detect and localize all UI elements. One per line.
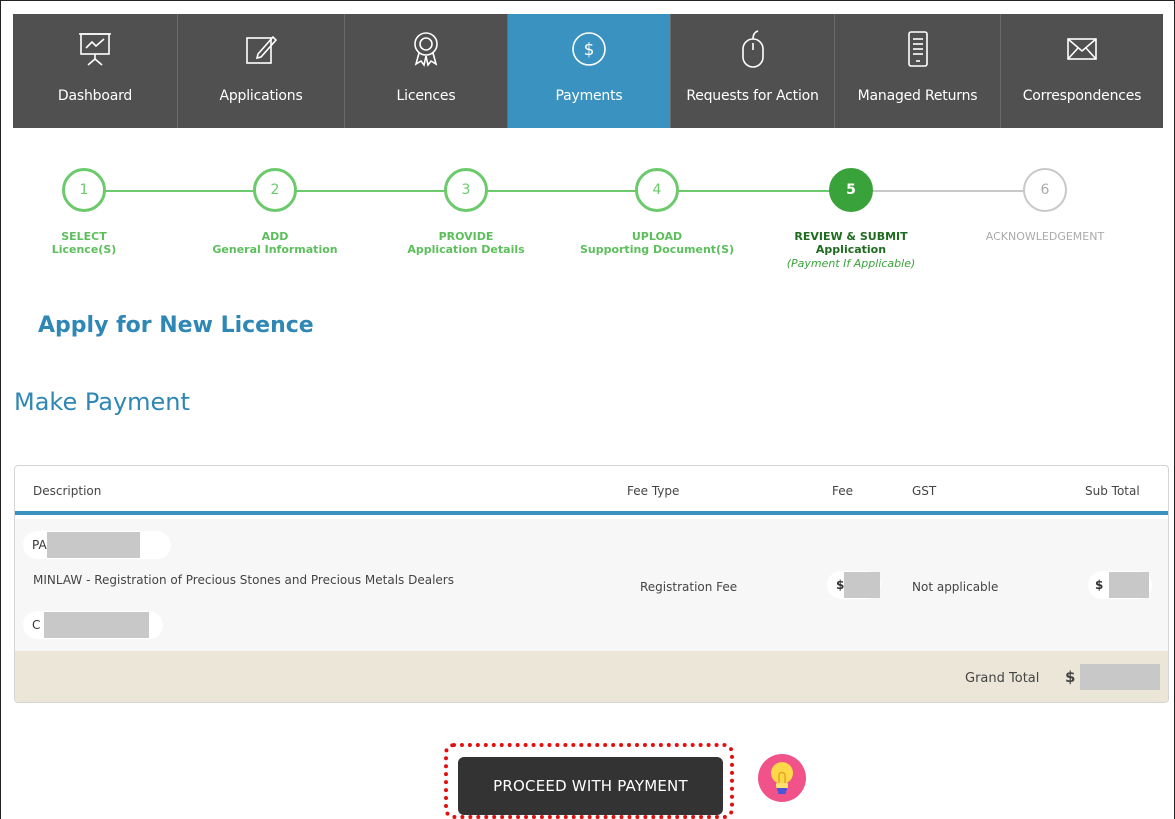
section-title: Make Payment xyxy=(14,388,190,416)
table-footer: Grand Total $ xyxy=(15,651,1168,702)
award-ribbon-icon xyxy=(403,26,449,72)
step-note: (Payment If Applicable) xyxy=(786,257,916,270)
step-number: 5 xyxy=(829,168,873,212)
nav-label: Licences xyxy=(396,88,456,104)
redacted-value xyxy=(844,572,881,598)
nav-label: Managed Returns xyxy=(857,88,978,104)
nav-item-payments[interactable]: $ Payments xyxy=(508,14,671,128)
sub-total-value: $ xyxy=(1088,571,1152,599)
table-row: PA MINLAW - Registration of Precious Sto… xyxy=(15,519,1168,651)
nav-item-managed-returns[interactable]: Managed Returns xyxy=(835,14,1001,128)
step-provide: 3 PROVIDE Application Details xyxy=(366,168,566,257)
company-ref-field: C xyxy=(23,611,163,639)
nav-label: Payments xyxy=(555,88,623,104)
licence-ref-field: PA xyxy=(23,531,171,559)
company-ref-prefix: C xyxy=(32,618,41,632)
step-subtitle: Application Details xyxy=(407,243,525,256)
step-title: REVIEW & SUBMIT xyxy=(794,230,908,243)
header-fee-type: Fee Type xyxy=(627,484,680,498)
step-number: 6 xyxy=(1023,168,1067,212)
step-title: ACKNOWLEDGEMENT xyxy=(985,230,1105,243)
step-review-submit: 5 REVIEW & SUBMIT Application (Payment I… xyxy=(751,168,951,271)
step-number: 4 xyxy=(635,168,679,212)
fee-type-text: Registration Fee xyxy=(640,580,738,594)
nav-item-correspondences[interactable]: Correspondences xyxy=(1001,14,1163,128)
step-title: UPLOAD xyxy=(631,230,683,243)
grand-total-label: Grand Total xyxy=(965,671,1040,686)
header-gst: GST xyxy=(912,484,937,498)
redacted-value xyxy=(1109,572,1150,598)
redacted-value xyxy=(1080,664,1161,690)
mouse-icon xyxy=(730,26,776,72)
envelope-icon xyxy=(1059,26,1105,72)
svg-text:$: $ xyxy=(584,40,595,60)
document-list-icon xyxy=(895,26,941,72)
step-add: 2 ADD General Information xyxy=(175,168,375,257)
nav-item-licences[interactable]: Licences xyxy=(345,14,508,128)
header-sub-total: Sub Total xyxy=(1085,484,1140,498)
redacted-value xyxy=(46,532,140,558)
dollar-circle-icon: $ xyxy=(566,26,612,72)
sub-total-prefix: $ xyxy=(1095,578,1104,592)
step-number: 3 xyxy=(444,168,488,212)
step-subtitle: Application xyxy=(815,243,887,256)
nav-label: Correspondences xyxy=(1022,88,1142,104)
licence-ref-prefix: PA xyxy=(32,538,47,552)
proceed-with-payment-button[interactable]: PROCEED WITH PAYMENT xyxy=(458,757,723,815)
step-subtitle: Licence(S) xyxy=(51,243,117,256)
step-title: PROVIDE xyxy=(438,230,494,243)
step-title: SELECT xyxy=(61,230,107,243)
nav-item-applications[interactable]: Applications xyxy=(178,14,345,128)
payment-table: Description Fee Type Fee GST Sub Total P… xyxy=(14,465,1169,703)
nav-label: Requests for Action xyxy=(686,88,819,104)
step-number: 2 xyxy=(253,168,297,212)
fee-value: $ xyxy=(827,571,881,599)
header-description: Description xyxy=(33,484,102,498)
redacted-value xyxy=(44,612,150,638)
step-number: 1 xyxy=(62,168,106,212)
header-fee: Fee xyxy=(832,484,854,498)
fee-prefix: $ xyxy=(836,578,845,592)
nav-item-requests-for-action[interactable]: Requests for Action xyxy=(671,14,835,128)
step-title: ADD xyxy=(261,230,289,243)
gst-text: Not applicable xyxy=(912,580,999,594)
progress-stepper: 1 SELECT Licence(S) 2 ADD General Inform… xyxy=(0,168,1175,298)
step-subtitle: General Information xyxy=(212,243,338,256)
nav-label: Applications xyxy=(219,88,303,104)
main-nav: Dashboard Applications Licences $ Paymen… xyxy=(13,14,1163,128)
step-acknowledgement: 6 ACKNOWLEDGEMENT xyxy=(945,168,1145,243)
nav-item-dashboard[interactable]: Dashboard xyxy=(13,14,178,128)
nav-label: Dashboard xyxy=(57,88,133,104)
grand-total-value: $ xyxy=(1065,664,1161,690)
step-upload: 4 UPLOAD Supporting Document(S) xyxy=(557,168,757,257)
table-header: Description Fee Type Fee GST Sub Total xyxy=(15,466,1168,515)
presentation-chart-icon xyxy=(72,26,118,72)
step-select: 1 SELECT Licence(S) xyxy=(0,168,184,257)
grand-total-prefix: $ xyxy=(1065,668,1076,686)
lightbulb-icon xyxy=(758,754,806,802)
edit-document-icon xyxy=(238,26,284,72)
page-title: Apply for New Licence xyxy=(38,313,314,338)
description-text: MINLAW - Registration of Precious Stones… xyxy=(33,573,454,587)
step-subtitle: Supporting Document(S) xyxy=(579,243,735,256)
